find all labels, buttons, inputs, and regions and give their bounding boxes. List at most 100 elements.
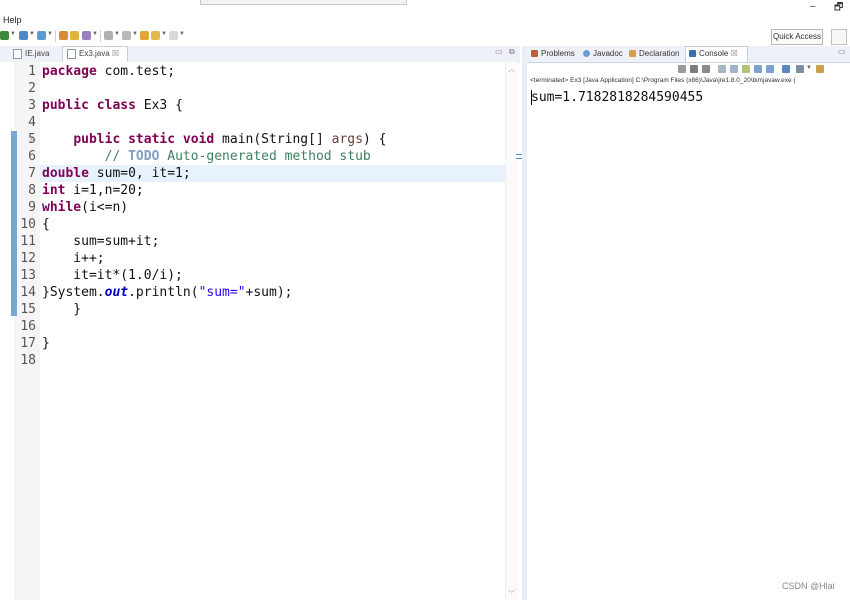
tab-label: Console — [699, 49, 729, 58]
toolbar-separator — [55, 30, 56, 42]
console-status-line: <terminated> Ex3 [Java Application] C:\P… — [530, 77, 796, 84]
chevron-down-icon[interactable]: ▼ — [806, 65, 812, 71]
tab-label: Javadoc — [593, 49, 623, 58]
minimize-icon[interactable]: ▭ — [838, 47, 846, 56]
back-icon[interactable] — [151, 31, 160, 40]
close-icon[interactable]: ☒ — [112, 49, 119, 58]
open-type-icon[interactable] — [59, 31, 68, 40]
chevron-down-icon[interactable]: ▼ — [29, 31, 35, 37]
line-number: 12 — [20, 251, 36, 266]
terminate-icon[interactable] — [678, 65, 686, 73]
line-number: 15 — [20, 302, 36, 317]
code-line-10: { — [42, 217, 50, 232]
java-file-icon — [67, 48, 76, 59]
line-number: 2 — [28, 81, 36, 96]
editor-vertical-scrollbar[interactable] — [505, 62, 519, 600]
line-number: 1 — [28, 64, 36, 79]
close-icon[interactable]: ☒ — [731, 49, 738, 58]
annotation-icon[interactable] — [104, 31, 113, 40]
code-line-9: while(i<=n) — [42, 200, 129, 215]
code-line-12: i++; — [42, 251, 105, 266]
code-line-1: package com.test; — [42, 64, 176, 79]
run-icon[interactable] — [0, 31, 9, 40]
line-number: 4 — [28, 115, 36, 130]
tab-javadoc[interactable]: Javadoc — [583, 47, 623, 61]
tab-console[interactable]: Console ☒ — [685, 46, 748, 62]
maximize-icon[interactable]: ⧉ — [509, 47, 515, 57]
minimize-icon[interactable]: ▭ — [495, 47, 503, 56]
forward-icon[interactable] — [169, 31, 178, 40]
chevron-down-icon[interactable]: ▼ — [92, 31, 98, 37]
java-file-icon — [13, 48, 22, 59]
console-output[interactable]: sum=1.7182818284590455 — [531, 89, 703, 106]
text-cursor — [531, 90, 532, 105]
line-number: 10 — [20, 217, 36, 232]
remove-all-icon[interactable] — [702, 65, 710, 73]
panel-splitter[interactable] — [522, 46, 527, 600]
tab-problems[interactable]: Problems — [531, 47, 575, 61]
chevron-down-icon[interactable]: ▼ — [161, 31, 167, 37]
tab-label: IE.java — [25, 49, 50, 58]
debug-icon[interactable] — [19, 31, 28, 40]
line-number: 17 — [20, 336, 36, 351]
tab-label: Ex3.java — [79, 49, 110, 58]
chevron-down-icon[interactable]: ▼ — [179, 31, 185, 37]
fold-collapse-icon[interactable]: ⊖ — [30, 136, 36, 144]
code-line-11: sum=sum+it; — [42, 234, 160, 249]
line-number: 6 — [28, 149, 36, 164]
word-wrap-icon[interactable] — [742, 65, 750, 73]
line-number: 3 — [28, 98, 36, 113]
last-edit-icon[interactable] — [140, 31, 149, 40]
title-tab — [200, 0, 407, 5]
code-line-13: it=it*(1.0/i); — [42, 268, 183, 283]
scroll-up-icon[interactable]: ︿ — [508, 64, 515, 74]
pin-console-icon[interactable] — [782, 65, 790, 73]
menu-bar — [0, 14, 850, 28]
code-line-14: }System.out.println("sum="+sum); — [42, 285, 293, 300]
show-on-output-icon[interactable] — [754, 65, 762, 73]
line-number: 16 — [20, 319, 36, 334]
line-number: 14 — [20, 285, 36, 300]
line-number: 8 — [28, 183, 36, 198]
display-console-icon[interactable] — [796, 65, 804, 73]
code-line-17: } — [42, 336, 50, 351]
menu-help[interactable]: Help — [3, 15, 22, 25]
code-line-8: int i=1,n=20; — [42, 183, 144, 198]
watermark: CSDN @Hlai — [782, 581, 835, 591]
chevron-down-icon[interactable]: ▼ — [10, 31, 16, 37]
tab-declaration[interactable]: Declaration — [629, 47, 679, 61]
tab-ie-java[interactable]: IE.java — [13, 47, 49, 61]
code-line-3: public class Ex3 { — [42, 98, 183, 113]
open-console-icon[interactable] — [816, 65, 824, 73]
quick-access-input[interactable]: Quick Access — [771, 29, 823, 45]
tab-ex3-java[interactable]: Ex3.java ☒ — [62, 46, 128, 62]
tab-label: Declaration — [639, 49, 680, 58]
toolbar-separator — [100, 30, 101, 42]
open-folder-icon[interactable] — [70, 31, 79, 40]
title-bar — [0, 0, 850, 14]
clear-console-icon[interactable] — [718, 65, 726, 73]
tab-label: Problems — [541, 49, 575, 58]
chevron-down-icon[interactable]: ▼ — [132, 31, 138, 37]
chevron-down-icon[interactable]: ▼ — [47, 31, 53, 37]
line-number: 11 — [20, 234, 36, 249]
declaration-icon — [629, 50, 636, 58]
show-on-error-icon[interactable] — [766, 65, 774, 73]
search-icon[interactable] — [82, 31, 91, 40]
next-annotation-icon[interactable] — [122, 31, 131, 40]
scroll-lock-icon[interactable] — [730, 65, 738, 73]
code-line-15: } — [42, 302, 82, 317]
remove-launch-icon[interactable] — [690, 65, 698, 73]
minimize-button[interactable]: – — [810, 1, 816, 12]
open-perspective-button[interactable] — [831, 29, 847, 45]
code-line-6: // TODO Auto-generated method stub — [104, 149, 371, 164]
code-line-7: double sum=0, it=1; — [42, 166, 191, 181]
javadoc-icon — [583, 50, 590, 58]
scroll-down-icon[interactable]: ﹀ — [508, 589, 515, 599]
code-line-5: public static void main(String[] args) { — [73, 132, 387, 147]
chevron-down-icon[interactable]: ▼ — [114, 31, 120, 37]
line-number: 18 — [20, 353, 36, 368]
new-class-icon[interactable] — [37, 31, 46, 40]
line-number: 9 — [28, 200, 36, 215]
line-number: 7 — [28, 166, 36, 181]
